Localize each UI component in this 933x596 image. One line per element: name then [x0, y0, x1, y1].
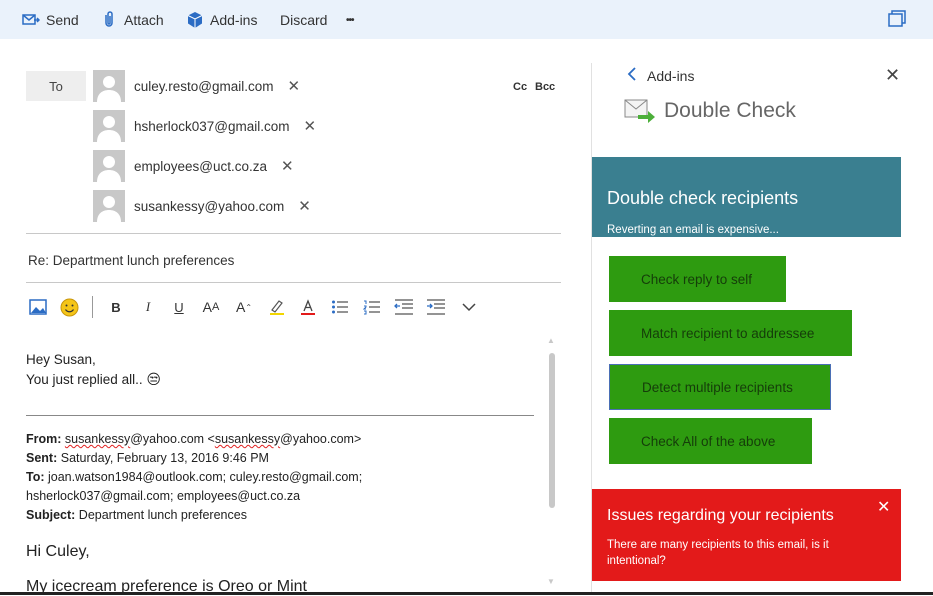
send-icon: [22, 11, 40, 29]
quoted-from: From: susankessy@yahoo.com <susankessy@y…: [26, 432, 361, 446]
from-rest: @yahoo.com <: [130, 432, 215, 446]
addin-heading: Double check recipients: [607, 188, 799, 208]
recipient-chip[interactable]: hsherlock037@gmail.com ✕: [93, 110, 316, 142]
addin-title: Double Check: [664, 99, 796, 122]
recipient-chip[interactable]: employees@uct.co.za ✕: [93, 150, 294, 182]
to-label: To: [49, 78, 63, 94]
divider: [26, 233, 561, 234]
addin-subheading: Reverting an email is expensive...: [607, 224, 779, 236]
quoted-to-cont: hsherlock037@gmail.com; employees@uct.co…: [26, 489, 301, 503]
chevron-down-icon[interactable]: [458, 297, 480, 317]
scroll-down-icon[interactable]: ▼: [546, 578, 556, 586]
body-line: You just replied all.. 😒: [26, 371, 161, 388]
avatar: [93, 110, 125, 142]
body-greeting: Hey Susan,: [26, 352, 96, 367]
check-reply-to-self-button[interactable]: Check reply to self: [609, 256, 786, 302]
from-name: susankessy: [64, 432, 131, 446]
discard-button[interactable]: Discard: [280, 10, 327, 30]
subject-value: Department lunch preferences: [78, 508, 247, 522]
avatar: [93, 150, 125, 182]
close-alert-button[interactable]: ✕: [877, 497, 890, 517]
font-size-icon[interactable]: AA: [200, 297, 222, 317]
send-button[interactable]: Send: [22, 10, 79, 30]
detect-multiple-recipients-button[interactable]: Detect multiple recipients: [609, 364, 831, 410]
numbering-icon[interactable]: [361, 297, 383, 317]
attach-button[interactable]: Attach: [100, 10, 164, 30]
underline-icon[interactable]: U: [168, 297, 190, 317]
check-all-button[interactable]: Check All of the above: [609, 418, 812, 464]
scroll-up-icon[interactable]: ▲: [546, 337, 556, 345]
alert-banner: Issues regarding your recipients There a…: [592, 489, 901, 581]
highlight-icon[interactable]: [266, 297, 288, 317]
match-recipient-button[interactable]: Match recipient to addressee: [609, 310, 852, 356]
increase-indent-icon[interactable]: [425, 297, 447, 317]
from-rest-2: @yahoo.com>: [280, 432, 362, 446]
alert-text: There are many recipients to this email,…: [607, 539, 829, 567]
to-label: To:: [26, 470, 45, 484]
to-button[interactable]: To: [26, 71, 86, 101]
bcc-button[interactable]: Bcc: [535, 81, 555, 93]
divider: [26, 282, 561, 283]
font-color-icon[interactable]: [297, 297, 319, 317]
from-label: From:: [26, 432, 62, 446]
addins-button[interactable]: Add-ins: [186, 10, 257, 30]
insert-picture-icon[interactable]: [27, 297, 49, 317]
recipient-chip[interactable]: susankessy@yahoo.com ✕: [93, 190, 311, 222]
remove-recipient-button[interactable]: ✕: [298, 197, 311, 215]
recipient-chip[interactable]: culey.resto@gmail.com ✕: [93, 70, 300, 102]
back-label: Add-ins: [647, 67, 695, 84]
remove-recipient-button[interactable]: ✕: [281, 157, 294, 175]
quoted-subject: Subject: Department lunch preferences: [26, 508, 247, 522]
format-separator: [92, 296, 93, 318]
quoted-greeting: Hi Culey,: [26, 543, 90, 560]
body-text: You just replied all..: [26, 372, 143, 387]
command-bar: Send Attach Add-ins Discard •••: [0, 0, 933, 39]
quoted-to: To: joan.watson1984@outlook.com; culey.r…: [26, 470, 362, 484]
back-to-addins-link[interactable]: Add-ins: [627, 67, 694, 84]
decrease-indent-icon[interactable]: [393, 297, 415, 317]
more-label: •••: [346, 14, 354, 26]
cc-button[interactable]: Cc: [513, 81, 527, 93]
addins-label: Add-ins: [210, 12, 258, 28]
sent-value: Saturday, February 13, 2016 9:46 PM: [60, 451, 269, 465]
subject-field[interactable]: Re: Department lunch preferences: [28, 253, 234, 268]
discard-label: Discard: [280, 12, 328, 28]
bold-icon[interactable]: B: [105, 297, 127, 317]
reply-separator: [26, 415, 534, 416]
bullets-icon[interactable]: [329, 297, 351, 317]
to-value: joan.watson1984@outlook.com; culey.resto…: [48, 470, 363, 484]
recipient-address: hsherlock037@gmail.com: [134, 118, 290, 134]
more-options-button[interactable]: •••: [346, 10, 354, 30]
sent-label: Sent:: [26, 451, 58, 465]
emoji-icon[interactable]: [58, 297, 80, 317]
unamused-emoji-icon: 😒: [146, 371, 161, 387]
attach-label: Attach: [124, 12, 164, 28]
subject-label: Subject:: [26, 508, 76, 522]
italic-icon[interactable]: I: [137, 297, 159, 317]
quoted-sent: Sent: Saturday, February 13, 2016 9:46 P…: [26, 451, 269, 465]
popout-button[interactable]: [888, 9, 912, 29]
double-check-logo-icon: [624, 97, 656, 125]
cube-icon: [186, 11, 204, 29]
recipient-address: employees@uct.co.za: [134, 158, 268, 174]
paperclip-icon: [100, 11, 118, 29]
alert-title: Issues regarding your recipients: [607, 507, 834, 524]
send-label: Send: [46, 12, 79, 28]
grow-font-icon[interactable]: A ⌃: [233, 297, 255, 317]
addin-header: Double check recipients Reverting an ema…: [592, 157, 901, 237]
avatar: [93, 70, 125, 102]
from-name-2: susankessy: [214, 432, 281, 446]
chevron-left-icon: [627, 67, 641, 84]
avatar: [93, 190, 125, 222]
scrollbar-thumb[interactable]: [549, 353, 555, 508]
popout-window-icon: [888, 10, 906, 28]
remove-recipient-button[interactable]: ✕: [304, 117, 317, 135]
remove-recipient-button[interactable]: ✕: [288, 77, 301, 95]
close-panel-button[interactable]: ✕: [885, 65, 900, 86]
recipient-address: culey.resto@gmail.com: [134, 78, 274, 94]
recipient-address: susankessy@yahoo.com: [134, 198, 285, 214]
